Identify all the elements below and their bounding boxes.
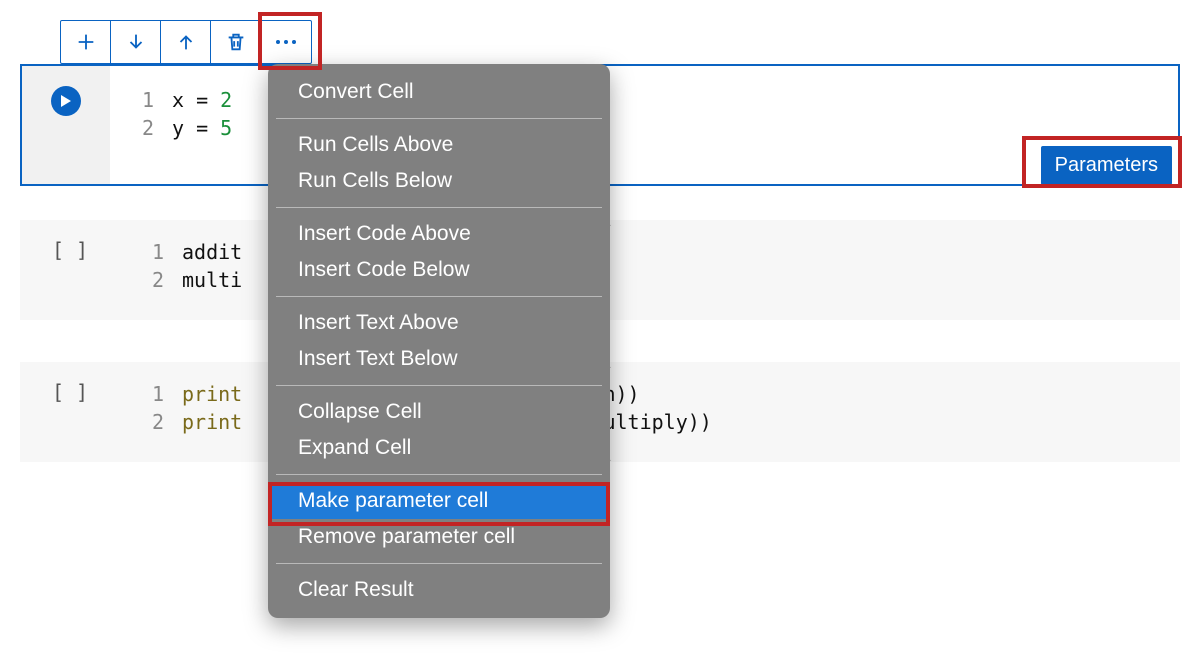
execution-prompt: [ ]	[20, 362, 120, 462]
menu-clear-result[interactable]: Clear Result	[268, 572, 610, 608]
menu-remove-parameter-cell[interactable]: Remove parameter cell	[268, 519, 610, 555]
line-number: 2	[120, 408, 164, 436]
menu-insert-code-below[interactable]: Insert Code Below	[268, 252, 610, 288]
execution-prompt: [ ]	[20, 220, 120, 320]
line-numbers: 1 2	[120, 220, 182, 320]
menu-separator	[276, 207, 602, 208]
menu-separator	[276, 118, 602, 119]
delete-cell-button[interactable]	[211, 21, 261, 63]
line-number: 2	[120, 266, 164, 294]
menu-separator	[276, 385, 602, 386]
menu-expand-cell[interactable]: Expand Cell	[268, 430, 610, 466]
menu-insert-text-above[interactable]: Insert Text Above	[268, 305, 610, 341]
plus-icon	[75, 31, 97, 53]
parameters-badge: Parameters	[1041, 146, 1172, 185]
line-numbers: 1 2	[110, 66, 172, 184]
line-number: 1	[120, 380, 164, 408]
menu-insert-code-above[interactable]: Insert Code Above	[268, 216, 610, 252]
menu-separator	[276, 296, 602, 297]
add-cell-button[interactable]	[61, 21, 111, 63]
cell-toolbar	[60, 20, 312, 64]
run-button[interactable]	[51, 86, 81, 116]
line-number: 1	[110, 86, 154, 114]
arrow-down-icon	[125, 31, 147, 53]
more-icon	[276, 40, 296, 44]
cell-gutter	[22, 66, 110, 184]
menu-run-cells-below[interactable]: Run Cells Below	[268, 163, 610, 199]
move-down-button[interactable]	[111, 21, 161, 63]
menu-make-parameter-cell[interactable]: Make parameter cell	[268, 483, 610, 519]
arrow-up-icon	[175, 31, 197, 53]
menu-separator	[276, 563, 602, 564]
cell-context-menu: Convert Cell Run Cells Above Run Cells B…	[268, 64, 610, 618]
menu-run-cells-above[interactable]: Run Cells Above	[268, 127, 610, 163]
menu-insert-text-below[interactable]: Insert Text Below	[268, 341, 610, 377]
line-number: 1	[120, 238, 164, 266]
menu-convert-cell[interactable]: Convert Cell	[268, 74, 610, 110]
line-number: 2	[110, 114, 154, 142]
trash-icon	[225, 31, 247, 53]
move-up-button[interactable]	[161, 21, 211, 63]
menu-separator	[276, 474, 602, 475]
line-numbers: 1 2	[120, 362, 182, 462]
more-menu-button[interactable]	[261, 21, 311, 63]
menu-collapse-cell[interactable]: Collapse Cell	[268, 394, 610, 430]
